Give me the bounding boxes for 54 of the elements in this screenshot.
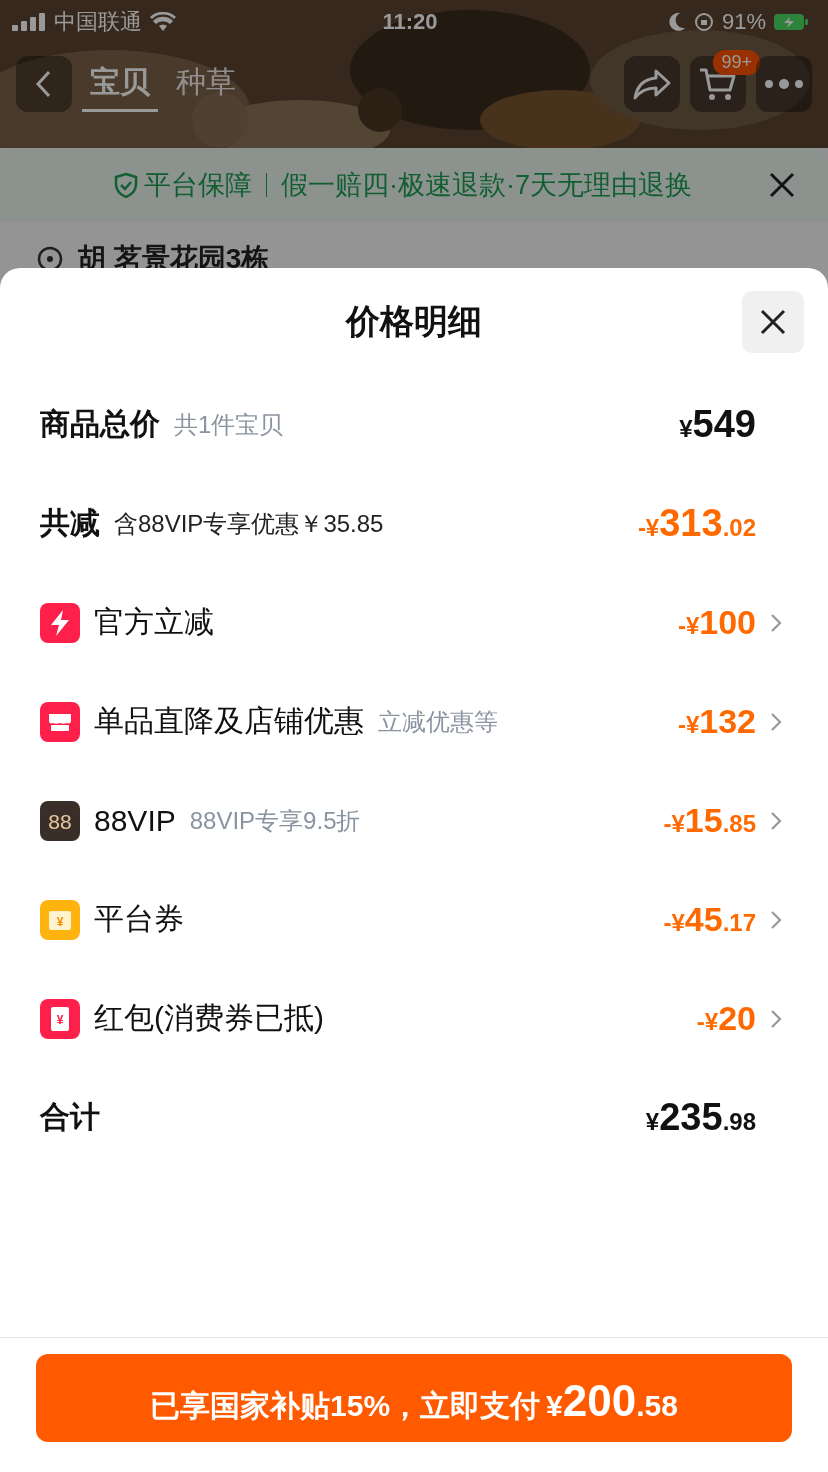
- clock-time: 11:20: [382, 9, 438, 35]
- discount-item[interactable]: ¥ 平台券 -¥45.17: [0, 870, 828, 969]
- carrier-name: 中国联通: [54, 8, 142, 36]
- discount-amount: -¥100: [677, 603, 756, 642]
- discount-item[interactable]: 官方立减 -¥100: [0, 573, 828, 672]
- sheet-title: 价格明细: [346, 300, 482, 342]
- discount-amount: -¥132: [677, 702, 756, 741]
- item-label: 平台券: [94, 901, 184, 937]
- chevron-right-icon: [770, 711, 782, 732]
- total-amount: ¥235.98: [645, 1096, 756, 1139]
- discount-amount: -¥20: [696, 999, 756, 1038]
- wifi-icon: [150, 12, 176, 32]
- battery-icon: [774, 13, 808, 31]
- item-label: 单品直降及店铺优惠: [94, 703, 364, 739]
- store-icon: [40, 701, 80, 742]
- chevron-right-icon: [770, 612, 782, 633]
- discount-amount: -¥313.02: [637, 502, 756, 545]
- item-label: 88VIP: [94, 803, 176, 838]
- row-note: 共1件宝贝: [174, 409, 285, 440]
- close-icon: [758, 307, 788, 337]
- item-label: 红包(消费券已抵): [94, 1000, 324, 1036]
- chevron-right-icon: [770, 1008, 782, 1029]
- discount-item[interactable]: ¥ 红包(消费券已抵) -¥20: [0, 969, 828, 1068]
- row-note: 含88VIP专享优惠￥35.85: [114, 508, 385, 539]
- envelope-icon: ¥: [40, 998, 80, 1039]
- close-button[interactable]: [742, 291, 804, 353]
- row-label: 商品总价: [40, 406, 160, 442]
- discount-amount: -¥15.85: [663, 801, 756, 840]
- coupon-icon: ¥: [40, 899, 80, 940]
- discount-item[interactable]: 88 88VIP 88VIP专享9.5折 -¥15.85: [0, 771, 828, 870]
- discount-amount: -¥45.17: [663, 900, 756, 939]
- discount-item[interactable]: 单品直降及店铺优惠 立减优惠等 -¥132: [0, 672, 828, 771]
- guarantee-title: 平台保障: [144, 169, 252, 202]
- share-icon: [632, 67, 672, 101]
- cart-icon: [698, 66, 738, 102]
- guarantee-text: 假一赔四·极速退款·7天无理由退换: [281, 169, 693, 202]
- price-amount: ¥549: [679, 403, 756, 446]
- more-icon: [764, 79, 804, 89]
- chevron-right-icon: [770, 909, 782, 930]
- shield-icon: [114, 172, 138, 198]
- chevron-right-icon: [770, 810, 782, 831]
- item-note: 立减优惠等: [378, 706, 499, 737]
- lightning-icon: [40, 602, 80, 643]
- item-note: 88VIP专享9.5折: [189, 805, 362, 836]
- row-label: 共减: [40, 505, 100, 541]
- vip-icon: 88: [40, 800, 80, 841]
- close-icon: [768, 171, 796, 199]
- signal-icon: [12, 13, 46, 31]
- nav-tab[interactable]: 宝贝: [82, 56, 158, 112]
- lock-rotation-icon: [693, 12, 714, 32]
- moon-icon: [667, 12, 686, 32]
- item-label: 官方立减: [94, 604, 214, 640]
- row-label: 合计: [40, 1099, 100, 1135]
- battery-percent: 91%: [721, 9, 766, 35]
